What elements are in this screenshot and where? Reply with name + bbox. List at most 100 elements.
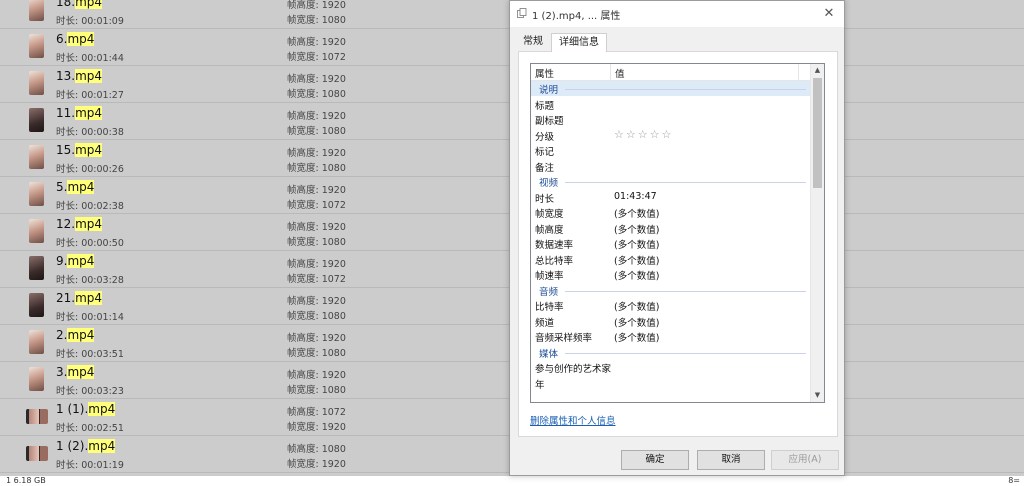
property-key: 比特率 [535, 302, 564, 313]
frame-height: 帧高度: 1072 [287, 407, 346, 418]
dialog-titlebar[interactable]: 1 (2).mp4, ... 属性 ✕ [510, 1, 844, 27]
close-button[interactable]: ✕ [820, 5, 838, 23]
status-bar: 1 6.18 GB 8= [0, 476, 1024, 486]
property-key: 参与创作的艺术家 [535, 364, 612, 375]
tab-general[interactable]: 常规 [518, 33, 548, 51]
property-row[interactable]: 帧速率 (多个数值) [531, 267, 812, 282]
property-group[interactable]: 视频 [531, 174, 812, 189]
property-value[interactable]: (多个数值) [614, 253, 659, 267]
group-title: 媒体 [539, 348, 559, 360]
property-row[interactable]: 数据速率 (多个数值) [531, 236, 812, 251]
ok-button[interactable]: 确定 [621, 450, 689, 470]
property-value[interactable]: (多个数值) [614, 268, 659, 282]
frame-height: 帧高度: 1920 [287, 259, 346, 270]
property-row[interactable]: 总比特率 (多个数值) [531, 252, 812, 267]
property-group[interactable]: 媒体 [531, 345, 812, 360]
property-row[interactable]: 分级 ☆☆☆☆☆ [531, 128, 812, 143]
file-duration: 时长: 00:01:09 [56, 16, 124, 27]
file-name[interactable]: 9.mp4 [56, 254, 95, 268]
column-value[interactable]: 值 [615, 66, 625, 80]
file-duration: 时长: 00:02:38 [56, 201, 124, 212]
file-name[interactable]: 1 (2).mp4 [56, 439, 116, 453]
property-value[interactable]: (多个数值) [614, 206, 659, 220]
property-value[interactable]: (多个数值) [614, 222, 659, 236]
frame-width: 帧宽度: 1920 [287, 459, 346, 470]
column-property[interactable]: 属性 [535, 66, 554, 80]
frame-width: 帧宽度: 1072 [287, 52, 346, 63]
group-divider [565, 89, 806, 90]
property-row[interactable]: 帧高度 (多个数值) [531, 221, 812, 236]
property-row[interactable]: 帧宽度 (多个数值) [531, 205, 812, 220]
video-thumbnail [29, 0, 44, 21]
property-list[interactable]: 属性 值 说明标题 副标题分级 ☆☆☆☆☆ 标记 备注 视频时长 01:43:47 帧宽度 (多… [530, 63, 825, 403]
file-name[interactable]: 13.mp4 [56, 69, 103, 83]
group-divider [565, 352, 806, 354]
file-duration: 时长: 00:02:51 [56, 423, 124, 434]
file-name[interactable]: 5.mp4 [56, 180, 95, 194]
property-key: 分级 [535, 131, 555, 143]
column-divider[interactable] [610, 64, 611, 80]
file-name[interactable]: 1 (1).mp4 [56, 402, 116, 416]
video-thumbnail [29, 182, 44, 206]
property-row[interactable]: 时长 01:43:47 [531, 190, 812, 205]
file-name[interactable]: 11.mp4 [56, 106, 103, 120]
file-name[interactable]: 2.mp4 [56, 328, 95, 342]
column-divider[interactable] [798, 64, 799, 80]
property-group[interactable]: 说明 [531, 81, 812, 96]
property-value[interactable]: (多个数值) [614, 315, 659, 329]
property-value[interactable]: 01:43:47 [614, 191, 657, 202]
tab-details[interactable]: 详细信息 [551, 33, 607, 52]
file-name[interactable]: 6.mp4 [56, 32, 95, 46]
file-name[interactable]: 12.mp4 [56, 217, 103, 231]
video-thumbnail [29, 293, 44, 317]
rating-stars-icon[interactable]: ☆☆☆☆☆ [614, 128, 673, 141]
cancel-button[interactable]: 取消 [697, 450, 765, 470]
frame-height: 帧高度: 1920 [287, 74, 346, 85]
video-thumbnail [29, 256, 44, 280]
status-summary: 1 6.18 GB [6, 476, 46, 485]
property-group[interactable]: 音频 [531, 283, 812, 298]
vertical-scrollbar[interactable]: ▲ ▼ [810, 64, 824, 402]
dialog-title: 1 (2).mp4, ... 属性 [532, 11, 621, 22]
scrollbar-thumb[interactable] [813, 78, 822, 188]
property-row[interactable]: 标记 [531, 143, 812, 158]
frame-height: 帧高度: 1920 [287, 222, 346, 233]
file-name[interactable]: 3.mp4 [56, 365, 95, 379]
file-name[interactable]: 21.mp4 [56, 291, 103, 305]
frame-width: 帧宽度: 1080 [287, 15, 346, 26]
frame-width: 帧宽度: 1080 [287, 237, 346, 248]
file-duration: 时长: 00:00:50 [56, 238, 124, 249]
video-thumbnail [26, 446, 48, 461]
video-thumbnail [29, 219, 44, 243]
remove-properties-link[interactable]: 删除属性和个人信息 [530, 413, 616, 427]
file-duration: 时长: 00:01:19 [56, 460, 124, 471]
property-value[interactable]: (多个数值) [614, 237, 659, 251]
property-row[interactable]: 标题 [531, 97, 812, 112]
frame-height: 帧高度: 1920 [287, 148, 346, 159]
properties-dialog: 1 (2).mp4, ... 属性 ✕ 常规 详细信息 属性 值 说明标题 副标题… [509, 0, 845, 476]
property-key: 帧宽度 [535, 209, 564, 220]
group-title: 音频 [539, 286, 559, 298]
property-row[interactable]: 频道 (多个数值) [531, 314, 812, 329]
property-row[interactable]: 副标题 [531, 112, 812, 127]
frame-height: 帧高度: 1920 [287, 37, 346, 48]
property-key: 标题 [535, 100, 555, 112]
scroll-down-icon[interactable]: ▼ [811, 389, 824, 402]
file-name[interactable]: 18.mp4 [56, 0, 103, 9]
property-row[interactable]: 年 [531, 376, 812, 391]
frame-height: 帧高度: 1920 [287, 370, 346, 381]
frame-height: 帧高度: 1920 [287, 0, 346, 11]
property-value[interactable]: (多个数值) [614, 299, 659, 313]
property-value[interactable]: (多个数值) [614, 330, 659, 344]
property-row[interactable]: 音频采样频率 (多个数值) [531, 329, 812, 344]
property-key: 时长 [535, 193, 555, 205]
property-key: 年 [535, 379, 545, 391]
apply-button[interactable]: 应用(A) [771, 450, 839, 470]
scroll-up-icon[interactable]: ▲ [811, 64, 824, 77]
property-row[interactable]: 参与创作的艺术家 [531, 360, 812, 375]
video-thumbnail [29, 34, 44, 58]
property-row[interactable]: 比特率 (多个数值) [531, 298, 812, 313]
property-key: 标记 [535, 147, 555, 158]
file-name[interactable]: 15.mp4 [56, 143, 103, 157]
property-row[interactable]: 备注 [531, 159, 812, 174]
